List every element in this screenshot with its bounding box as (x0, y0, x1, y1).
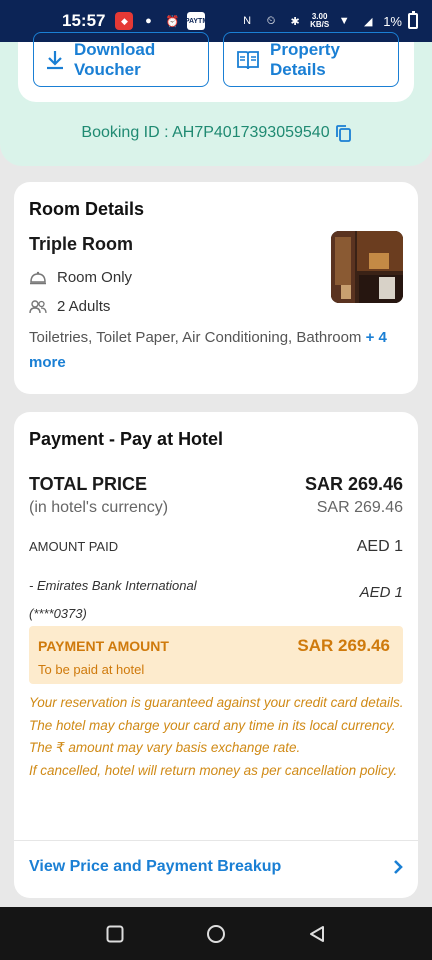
amount-paid-label: AMOUNT PAID (29, 539, 119, 554)
room-details-title: Room Details (29, 199, 145, 219)
bank-name: - Emirates Bank International (29, 578, 197, 593)
payment-card: Payment - Pay at Hotel TOTAL PRICE SAR 2… (14, 412, 418, 898)
amount-paid-row: AMOUNT PAID AED 1 (29, 538, 403, 556)
total-price-label: TOTAL PRICE (29, 474, 148, 494)
total-price-value: SAR 269.46 (304, 474, 403, 494)
payment-amount-sub: To be paid at hotel (38, 662, 145, 677)
booking-id: Booking ID : AH7P4017393059540 (0, 124, 432, 142)
battery-percent: 1% (383, 13, 402, 29)
download-voucher-button[interactable]: Download Voucher (33, 32, 209, 87)
room-photo-image (331, 231, 403, 303)
note-guarantee: Your reservation is guaranteed against y… (29, 695, 404, 710)
amount-paid-value: AED 1 (356, 538, 403, 555)
hotel-currency-label: (in hotel's currency) (29, 499, 169, 516)
payment-amount-box: PAYMENT AMOUNT SAR 269.46 To be paid at … (29, 626, 403, 684)
signal-icon: ◢ (363, 15, 373, 28)
news-icon: ◆ (115, 12, 134, 30)
recents-icon[interactable] (106, 925, 124, 943)
payment-title: Payment - Pay at Hotel (29, 429, 224, 449)
payment-notes: Your reservation is guaranteed against y… (29, 692, 409, 782)
bank-card: (****0373) (29, 606, 87, 621)
alarm-clock-icon: ⏲ (266, 14, 276, 27)
hotel-currency-row: (in hotel's currency) SAR 269.46 (29, 499, 403, 517)
cloche-icon (30, 271, 46, 284)
nfc-icon: N (243, 15, 252, 27)
note-currency: The hotel may charge your card any time … (29, 717, 396, 756)
payment-amount-label: PAYMENT AMOUNT (38, 638, 169, 654)
status-time: 15:57 (62, 11, 106, 30)
meal-plan-label: Room Only (57, 269, 133, 286)
chat-icon: ● (145, 15, 152, 27)
chevron-right-icon (394, 860, 403, 874)
occupancy: 2 Adults (29, 298, 110, 315)
meal-plan: Room Only (29, 269, 132, 286)
copy-icon[interactable] (335, 124, 351, 142)
total-price-row: TOTAL PRICE SAR 269.46 (29, 474, 403, 495)
occupancy-label: 2 Adults (57, 298, 111, 315)
alarm-icon: ⏰ (165, 15, 180, 28)
property-details-label: Property Details (270, 39, 340, 79)
price-breakup-label: View Price and Payment Breakup (29, 858, 282, 875)
price-breakup-link[interactable]: View Price and Payment Breakup (29, 858, 403, 876)
bank-amount: AED 1 (359, 584, 403, 601)
download-icon (47, 50, 63, 69)
room-type: Triple Room (29, 234, 134, 254)
notification-icons: ◆ ● ⏰ PAYTM (115, 12, 238, 30)
system-icons: N ⏲ ✱ 3.00 KB/S ▼ ◢ 1% (238, 11, 418, 30)
action-card: Download Voucher Property Details (18, 32, 414, 102)
bank-info: - Emirates Bank International (****0373) (29, 572, 197, 628)
booking-header: Download Voucher Property Details Bookin… (0, 32, 432, 166)
hotel-currency-value: SAR 269.46 (316, 499, 403, 516)
note-cancellation: If cancelled, hotel will return money as… (29, 762, 398, 778)
room-details-card: Room Details Triple Room Room Only 2 Adu… (14, 182, 418, 394)
booking-id-text: Booking ID : AH7P4017393059540 (81, 124, 330, 141)
wifi-icon: ▼ (338, 15, 350, 27)
paytm-icon: PAYTM (185, 12, 208, 30)
net-speed-unit: KB/S (310, 20, 330, 29)
net-speed: 3.00 KB/S (310, 13, 329, 29)
book-icon (237, 50, 259, 69)
property-details-button[interactable]: Property Details (223, 32, 399, 87)
battery-icon (408, 11, 418, 29)
payment-amount-value: SAR 269.46 (297, 636, 390, 655)
amenities-text: Toiletries, Toilet Paper, Air Conditioni… (29, 329, 362, 346)
home-icon[interactable] (206, 924, 226, 944)
room-photo[interactable] (331, 231, 403, 303)
bluetooth-icon: ✱ (290, 15, 300, 28)
download-voucher-label: Download Voucher (74, 39, 156, 79)
users-icon (29, 299, 47, 313)
system-navigation-bar (0, 907, 432, 960)
back-icon[interactable] (308, 925, 326, 943)
amenities: Toiletries, Toilet Paper, Air Conditioni… (29, 325, 409, 375)
divider (14, 840, 418, 841)
